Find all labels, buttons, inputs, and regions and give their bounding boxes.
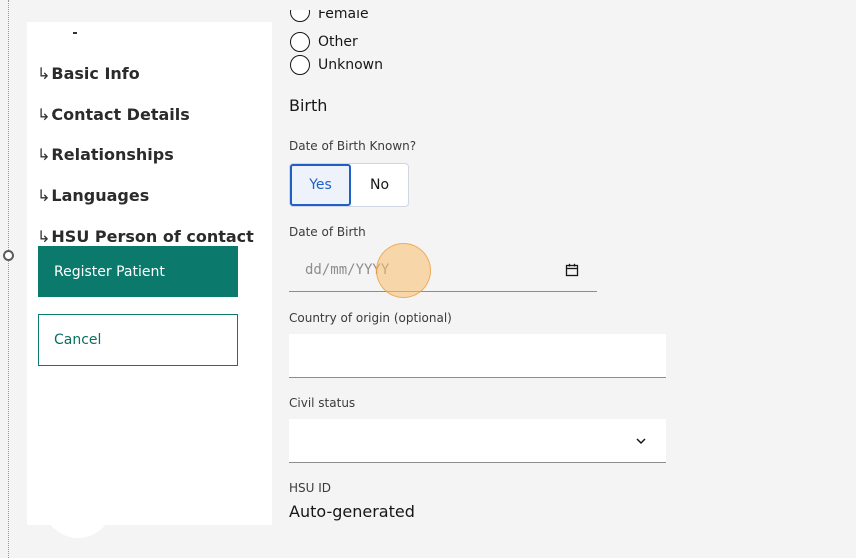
sidebar-item-relationships[interactable]: ↳Relationships: [37, 145, 174, 164]
registration-form: Female Other Unknown Birth Date of Birth…: [272, 0, 856, 558]
hsu-id-label: HSU ID: [289, 481, 332, 495]
radio-button[interactable]: [290, 55, 310, 75]
hsu-id-value: Auto-generated: [289, 502, 415, 521]
window-edge-guide: [8, 0, 9, 558]
civil-status-label: Civil status: [289, 396, 356, 410]
dob-known-no-button[interactable]: No: [351, 164, 408, 206]
resize-handle[interactable]: [3, 250, 14, 261]
sub-arrow-icon: ↳: [37, 186, 51, 205]
sub-arrow-icon: ↳: [37, 105, 51, 124]
radio-label: Female: [318, 10, 369, 22]
dob-input[interactable]: dd/mm/YYYY: [289, 248, 597, 292]
sidebar-item-hsu-person-of-contact[interactable]: ↳HSU Person of contact: [37, 227, 254, 246]
click-indicator: [376, 243, 431, 298]
radio-button[interactable]: [290, 10, 310, 22]
sidebar-item-label: HSU Person of contact: [51, 227, 254, 246]
birth-section-title: Birth: [289, 96, 328, 115]
dob-known-yes-button[interactable]: Yes: [290, 164, 351, 206]
right-gutter: [826, 9, 856, 525]
sidebar-item-label: Languages: [51, 186, 150, 205]
radio-button[interactable]: [290, 32, 310, 52]
register-patient-button[interactable]: Register Patient: [38, 246, 238, 297]
cancel-button[interactable]: Cancel: [38, 314, 238, 366]
radio-label: Other: [318, 34, 358, 50]
sub-arrow-icon: ↳: [37, 64, 51, 83]
sidebar-item-label: Contact Details: [51, 105, 190, 124]
sidebar-item-contact-details[interactable]: ↳Contact Details: [37, 105, 190, 124]
sub-arrow-icon: ↳: [37, 145, 51, 164]
sidebar-item-languages[interactable]: ↳Languages: [37, 186, 149, 205]
chevron-down-icon: [636, 438, 646, 445]
dob-label: Date of Birth: [289, 225, 366, 239]
country-label: Country of origin (optional): [289, 311, 452, 325]
dob-known-toggle: Yes No: [289, 163, 409, 207]
radio-sex-other[interactable]: Other: [290, 32, 358, 52]
country-of-origin-input[interactable]: [289, 334, 666, 378]
radio-sex-female[interactable]: Female: [290, 10, 369, 22]
overlay-blob: [38, 442, 118, 538]
sidebar-item-label: Basic Info: [51, 64, 140, 83]
calendar-icon[interactable]: [565, 263, 579, 277]
sidebar-item-basic-info[interactable]: ↳Basic Info: [37, 64, 140, 83]
sub-arrow-icon: ↳: [37, 227, 51, 246]
civil-status-select[interactable]: [289, 419, 666, 463]
nav-item-cut-off: [37, 32, 77, 38]
radio-sex-unknown[interactable]: Unknown: [290, 55, 383, 75]
dob-known-label: Date of Birth Known?: [289, 139, 417, 153]
sidebar-item-label: Relationships: [51, 145, 174, 164]
cut-off-glyph: [73, 32, 77, 34]
radio-label: Unknown: [318, 57, 383, 73]
